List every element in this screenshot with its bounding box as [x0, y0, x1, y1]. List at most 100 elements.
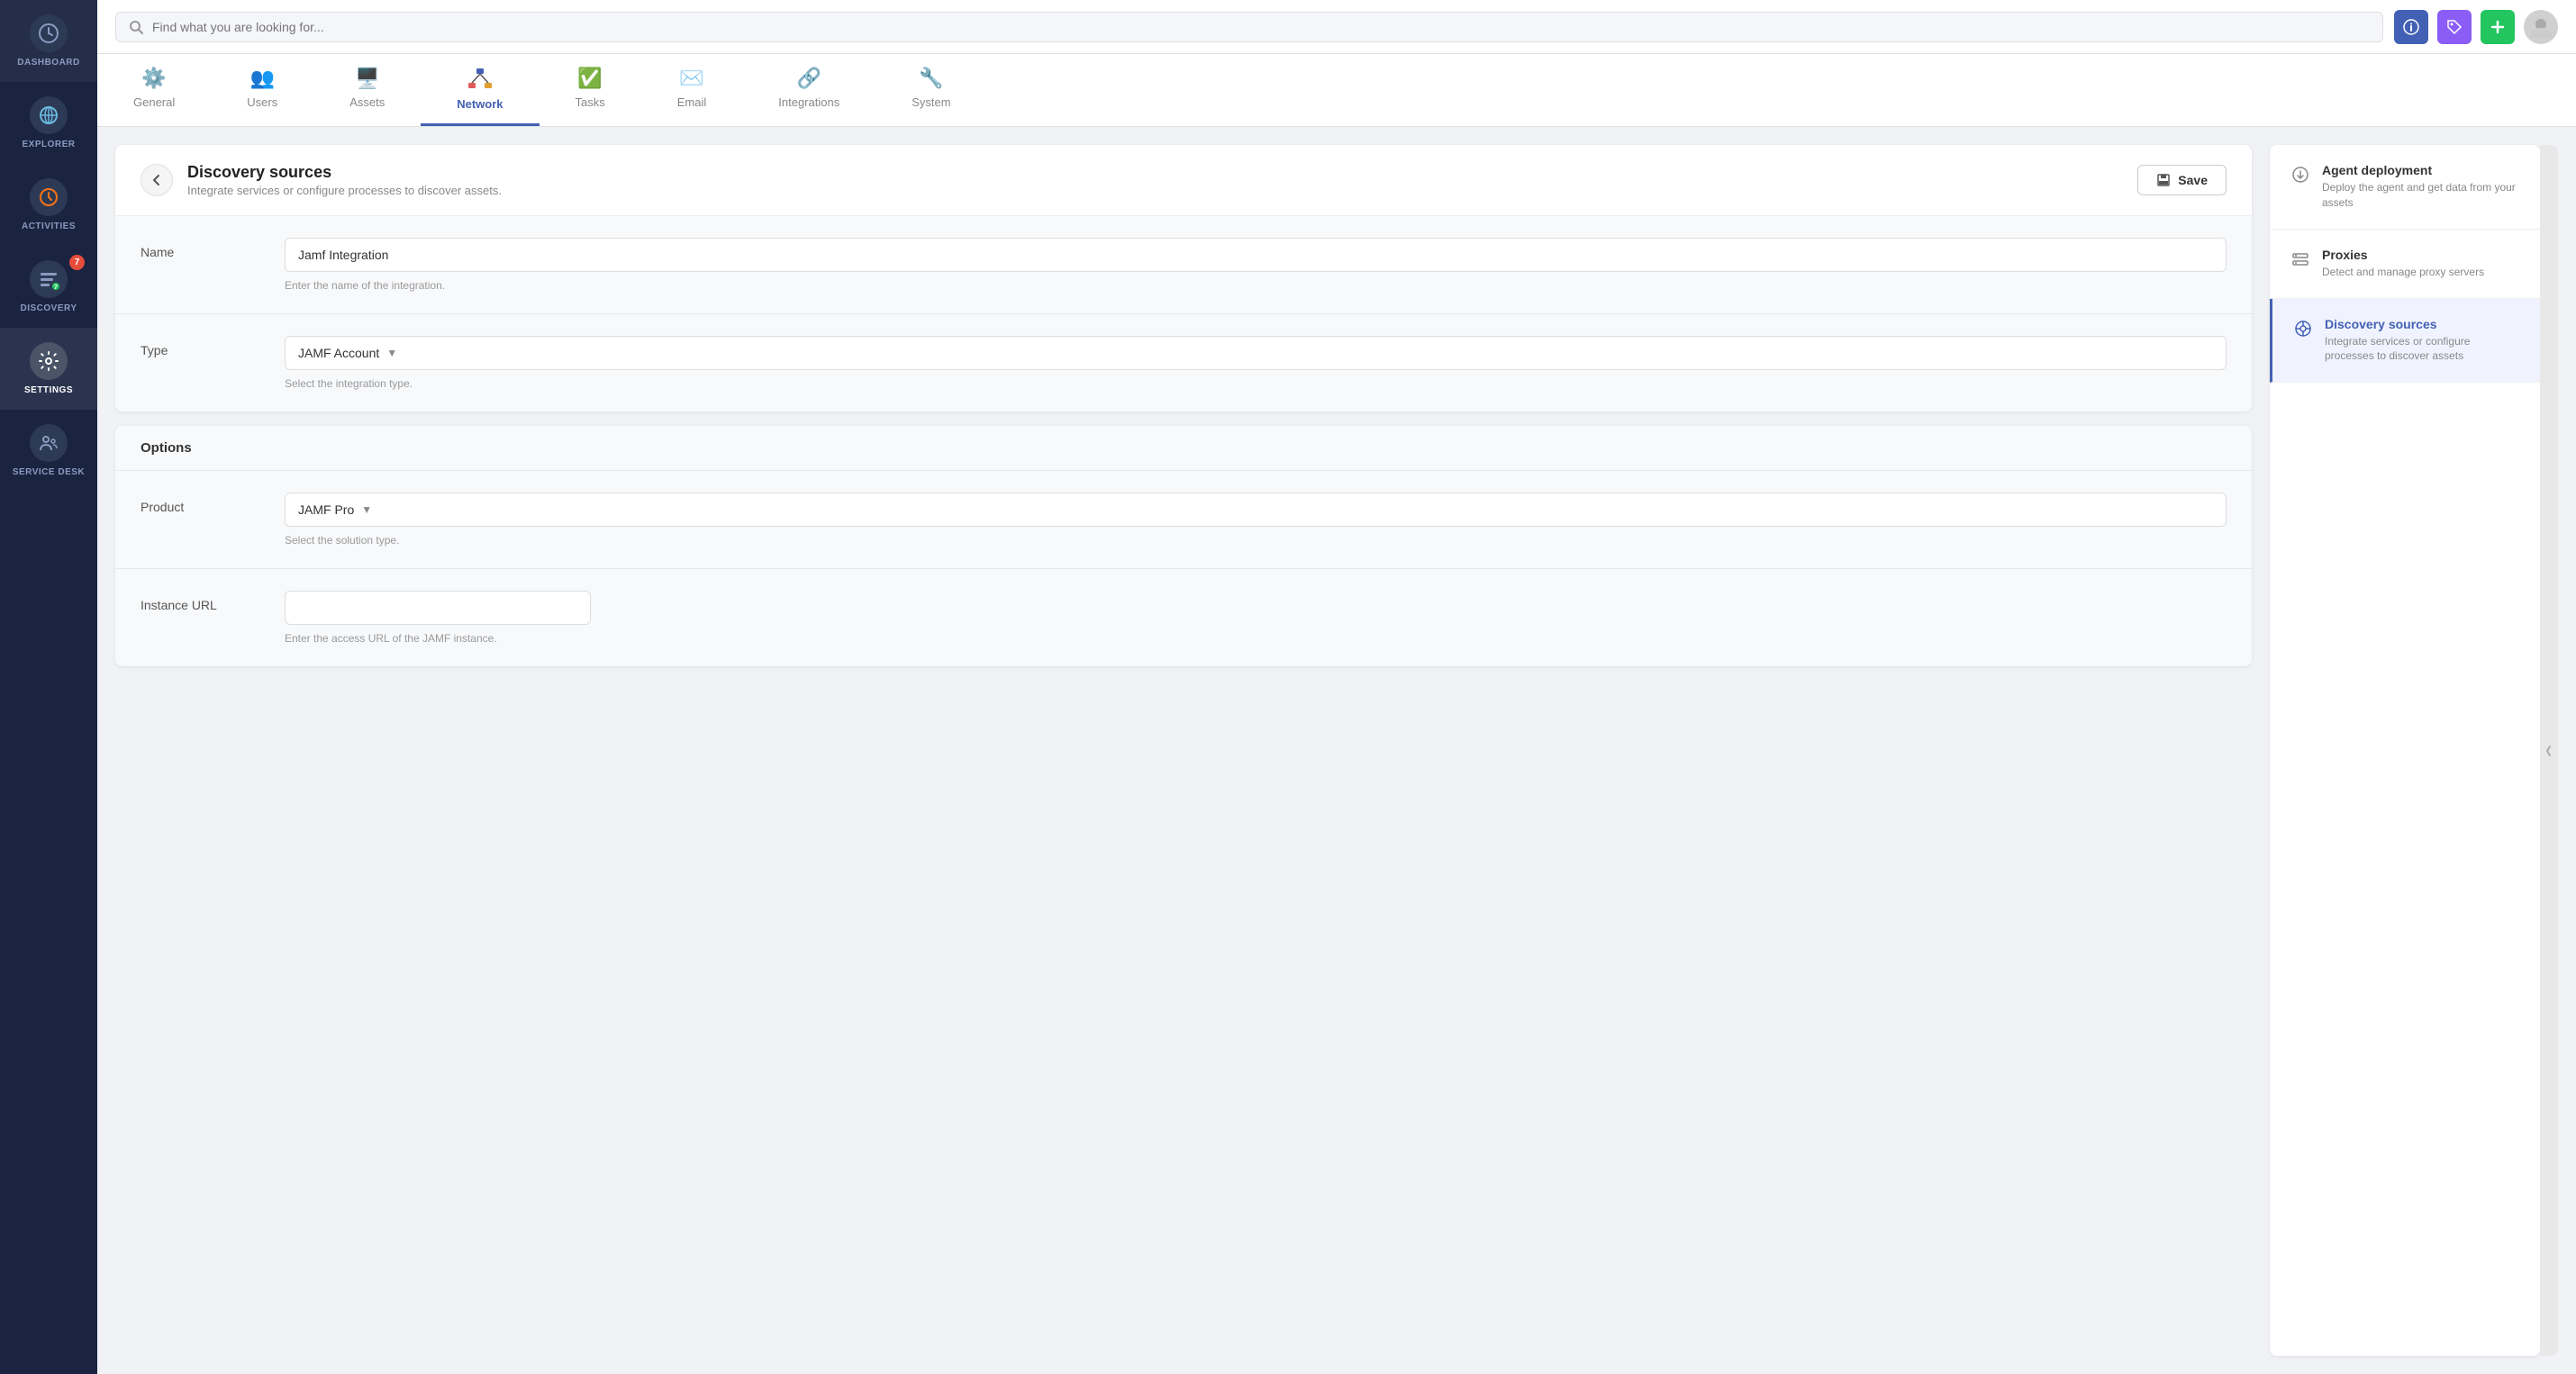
- tag-button[interactable]: [2437, 10, 2472, 44]
- instance-url-hint: Enter the access URL of the JAMF instanc…: [285, 632, 2227, 645]
- tab-general-label: General: [133, 95, 175, 109]
- back-icon: [150, 173, 164, 187]
- network-tab-icon: [467, 67, 493, 92]
- form-section: Name Enter the name of the integration. …: [115, 216, 2252, 411]
- sidebar-item-dashboard[interactable]: DASHBOARD: [0, 0, 97, 82]
- rs-item-discovery-sources[interactable]: Discovery sources Integrate services or …: [2270, 299, 2540, 384]
- rs-ds-desc: Integrate services or configure processe…: [2325, 334, 2518, 365]
- rs-ds-content: Discovery sources Integrate services or …: [2325, 317, 2518, 365]
- discovery-sources-card: Discovery sources Integrate services or …: [115, 145, 2252, 411]
- sidebar-item-service-desk[interactable]: SERVICE DESK: [0, 410, 97, 492]
- rs-item-proxies[interactable]: Proxies Detect and manage proxy servers: [2270, 230, 2540, 299]
- tab-network[interactable]: Network: [421, 54, 539, 126]
- back-button[interactable]: [141, 164, 173, 196]
- options-section: Options Product JAMF Pro ▼ Select the so…: [115, 426, 2252, 666]
- sidebar-label-dashboard: DASHBOARD: [17, 58, 80, 68]
- options-body: Product JAMF Pro ▼ Select the solution t…: [115, 471, 2252, 666]
- assets-tab-icon: 🖥️: [355, 67, 379, 90]
- tab-email-label: Email: [677, 95, 707, 109]
- name-row: Name Enter the name of the integration.: [115, 216, 2252, 314]
- type-hint: Select the integration type.: [285, 377, 2227, 390]
- rs-item-agent-deployment[interactable]: Agent deployment Deploy the agent and ge…: [2270, 145, 2540, 230]
- content-area: Discovery sources Integrate services or …: [97, 127, 2576, 1374]
- right-sidebar: Agent deployment Deploy the agent and ge…: [2270, 145, 2540, 1356]
- info-button[interactable]: [2394, 10, 2428, 44]
- type-label: Type: [141, 336, 249, 357]
- system-tab-icon: 🔧: [919, 67, 943, 90]
- sidebar-item-discovery[interactable]: 7 7 DISCOVERY: [0, 246, 97, 328]
- type-row: Type JAMF Account ▼ Select the integrati…: [115, 314, 2252, 411]
- sidebar-item-activities[interactable]: ACTIVITIES: [0, 164, 97, 246]
- avatar[interactable]: [2524, 10, 2558, 44]
- service-desk-icon: [30, 424, 68, 462]
- tab-system[interactable]: 🔧 System: [875, 54, 986, 126]
- tab-integrations-label: Integrations: [778, 95, 839, 109]
- type-field: JAMF Account ▼ Select the integration ty…: [285, 336, 2227, 390]
- sidebar: DASHBOARD EXPLORER ACTIVITIES: [0, 0, 97, 1374]
- ds-header-left: Discovery sources Integrate services or …: [141, 163, 502, 197]
- info-icon: [2403, 19, 2419, 35]
- search-icon: [129, 20, 143, 34]
- type-value: JAMF Account: [298, 346, 379, 360]
- rs-ds-title: Discovery sources: [2325, 317, 2518, 331]
- ds-title: Discovery sources: [187, 163, 502, 182]
- nav-tabs: ⚙️ General 👥 Users 🖥️ Assets: [97, 54, 2576, 127]
- sidebar-item-explorer[interactable]: EXPLORER: [0, 82, 97, 164]
- instance-url-label: Instance URL: [141, 591, 249, 612]
- sidebar-collapse-icon: [2544, 744, 2553, 758]
- tab-general[interactable]: ⚙️ General: [97, 54, 211, 126]
- tab-assets[interactable]: 🖥️ Assets: [313, 54, 421, 126]
- dashboard-icon: [30, 14, 68, 52]
- discovery-badge: 7: [69, 255, 85, 270]
- sidebar-item-settings[interactable]: SETTINGS: [0, 328, 97, 410]
- sidebar-label-service-desk: SERVICE DESK: [13, 467, 85, 477]
- sidebar-label-explorer: EXPLORER: [22, 140, 75, 149]
- ds-subtitle: Integrate services or configure processe…: [187, 184, 502, 197]
- options-header: Options: [115, 426, 2252, 471]
- save-label: Save: [2178, 173, 2208, 187]
- proxies-icon: [2291, 249, 2309, 268]
- topbar-actions: [2394, 10, 2558, 44]
- main-panel: Discovery sources Integrate services or …: [115, 145, 2252, 1356]
- right-sidebar-toggle[interactable]: [2540, 145, 2558, 1356]
- tab-users[interactable]: 👥 Users: [211, 54, 313, 126]
- save-icon: [2156, 173, 2171, 187]
- ds-title-group: Discovery sources Integrate services or …: [187, 163, 502, 197]
- tab-integrations[interactable]: 🔗 Integrations: [742, 54, 875, 126]
- search-input[interactable]: [152, 20, 2370, 34]
- product-row: Product JAMF Pro ▼ Select the solution t…: [115, 471, 2252, 569]
- sidebar-label-discovery: DISCOVERY: [20, 303, 77, 313]
- user-avatar: [2526, 13, 2555, 41]
- search-wrapper[interactable]: [115, 12, 2383, 42]
- type-select[interactable]: JAMF Account ▼: [285, 336, 2227, 370]
- product-hint: Select the solution type.: [285, 534, 2227, 547]
- tag-icon: [2446, 19, 2463, 35]
- tab-tasks-label: Tasks: [576, 95, 605, 109]
- instance-url-input[interactable]: [285, 591, 591, 625]
- general-tab-icon: ⚙️: [141, 67, 166, 90]
- tab-tasks[interactable]: ✅ Tasks: [540, 54, 641, 126]
- save-button[interactable]: Save: [2137, 165, 2227, 195]
- integrations-tab-icon: 🔗: [797, 67, 821, 90]
- sidebar-label-settings: SETTINGS: [24, 385, 73, 395]
- name-label: Name: [141, 238, 249, 259]
- rs-proxies-content: Proxies Detect and manage proxy servers: [2322, 248, 2484, 280]
- name-field: Enter the name of the integration.: [285, 238, 2227, 292]
- add-icon: [2489, 18, 2507, 36]
- tab-users-label: Users: [247, 95, 277, 109]
- product-select[interactable]: JAMF Pro ▼: [285, 493, 2227, 527]
- rs-proxies-desc: Detect and manage proxy servers: [2322, 265, 2484, 280]
- main-content: ⚙️ General 👥 Users 🖥️ Assets: [97, 0, 2576, 1374]
- tab-email[interactable]: ✉️ Email: [641, 54, 743, 126]
- add-button[interactable]: [2481, 10, 2515, 44]
- discovery-icon: 7: [30, 260, 68, 298]
- rs-proxies-title: Proxies: [2322, 248, 2484, 262]
- rs-agent-content: Agent deployment Deploy the agent and ge…: [2322, 163, 2518, 211]
- product-select-arrow: ▼: [361, 503, 372, 516]
- right-sidebar-container: Agent deployment Deploy the agent and ge…: [2270, 145, 2558, 1356]
- name-input[interactable]: [285, 238, 2227, 272]
- product-field: JAMF Pro ▼ Select the solution type.: [285, 493, 2227, 547]
- tab-system-label: System: [912, 95, 950, 109]
- discovery-sources-header: Discovery sources Integrate services or …: [115, 145, 2252, 216]
- discovery-sources-icon: [2294, 319, 2312, 338]
